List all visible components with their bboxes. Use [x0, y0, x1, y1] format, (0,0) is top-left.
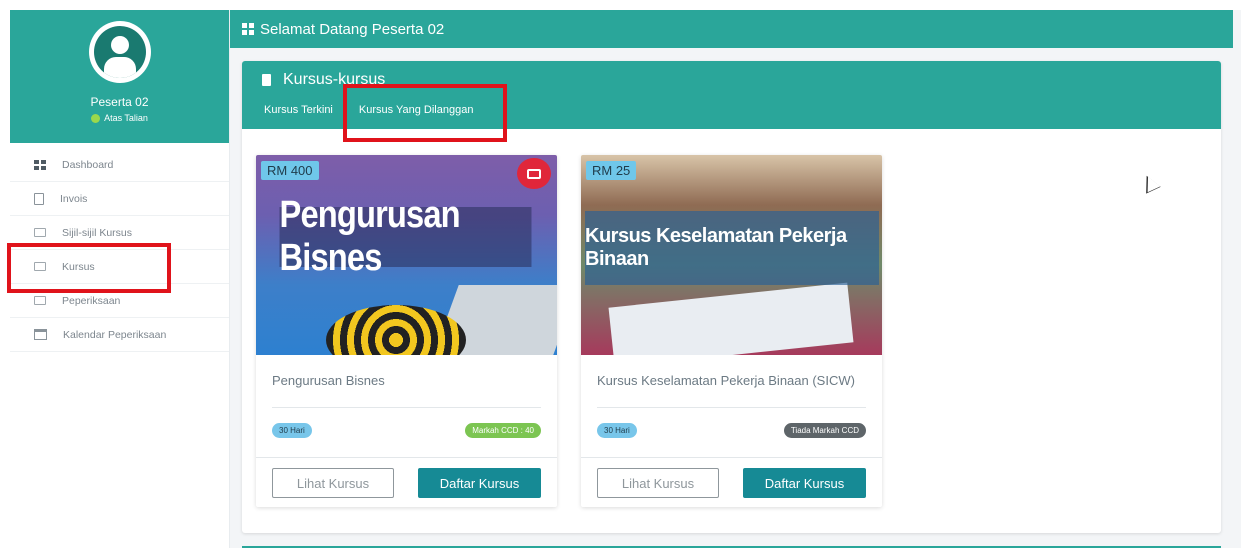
status-indicator: Atas Talian: [91, 113, 148, 123]
online-dot-icon: [91, 113, 101, 123]
grid-icon: [34, 159, 46, 170]
ccd-badge: Tiada Markah CCD: [783, 423, 866, 438]
card-footer: Lihat Kursus Daftar Kursus: [581, 457, 882, 507]
sidebar-item-label: Kalendar Peperiksaan: [63, 328, 167, 341]
certificate-icon: [34, 228, 46, 237]
status-label: Atas Talian: [104, 113, 148, 123]
scrollbar[interactable]: [1233, 10, 1241, 548]
price-badge: RM 400: [261, 161, 319, 180]
sidebar-item-label: Dashboard: [62, 158, 114, 171]
page: Peserta 02 Atas Talian Dashboard Invois …: [0, 0, 1241, 548]
exam-icon: [34, 296, 46, 305]
duration-badge: 30 Hari: [272, 423, 312, 438]
subscribed-icon: [517, 158, 551, 189]
user-icon: [93, 26, 146, 78]
highlight-box-tab: [343, 84, 507, 142]
course-thumbnail[interactable]: Kursus Keselamatan Pekerja Binaan RM 25: [581, 155, 882, 355]
duration-badge: 30 Hari: [597, 423, 637, 438]
course-title: Kursus Keselamatan Pekerja Binaan (SICW): [597, 373, 855, 388]
target-illustration: [326, 305, 466, 355]
course-title: Pengurusan Bisnes: [272, 373, 385, 388]
highlight-box-sidebar: [7, 243, 171, 293]
sidebar-item-kalendar[interactable]: Kalendar Peperiksaan: [10, 318, 229, 352]
ccd-badge: Markah CCD : 40: [465, 423, 541, 438]
divider: [272, 407, 541, 408]
enroll-course-button[interactable]: Daftar Kursus: [418, 468, 541, 498]
dashboard-icon: [242, 23, 254, 35]
view-course-button[interactable]: Lihat Kursus: [597, 468, 719, 498]
enroll-course-button[interactable]: Daftar Kursus: [743, 468, 866, 498]
course-banner: Kursus Keselamatan Pekerja Binaan: [585, 211, 879, 285]
sidebar-item-label: Sijil-sijil Kursus: [62, 226, 133, 239]
course-thumbnail[interactable]: Pengurusan Bisnes RM 400: [256, 155, 557, 355]
calendar-icon: [34, 329, 47, 340]
course-banner: Pengurusan Bisnes: [279, 194, 532, 279]
sidebar-item-invois[interactable]: Invois: [10, 182, 229, 216]
view-course-button[interactable]: Lihat Kursus: [272, 468, 394, 498]
profile-section: Peserta 02 Atas Talian: [10, 10, 229, 143]
header-bar: Selamat Datang Peserta 02: [230, 10, 1233, 48]
profile-name: Peserta 02: [90, 95, 149, 109]
blueprint-illustration: [608, 282, 854, 355]
price-badge: RM 25: [586, 161, 637, 180]
sidebar-item-label: Invois: [60, 192, 88, 205]
divider: [597, 407, 866, 408]
book-icon: [262, 74, 271, 86]
course-card: Kursus Keselamatan Pekerja Binaan RM 25 …: [581, 155, 882, 507]
tab-kursus-terkini[interactable]: Kursus Terkini: [264, 104, 333, 116]
avatar[interactable]: [88, 21, 151, 83]
document-icon: [34, 192, 44, 205]
sidebar-item-dashboard[interactable]: Dashboard: [10, 148, 229, 182]
page-title: Selamat Datang Peserta 02: [260, 20, 445, 38]
course-card: Pengurusan Bisnes RM 400 Pengurusan Bisn…: [256, 155, 557, 507]
sidebar-item-label: Peperiksaan: [62, 294, 121, 307]
card-footer: Lihat Kursus Daftar Kursus: [256, 457, 557, 507]
